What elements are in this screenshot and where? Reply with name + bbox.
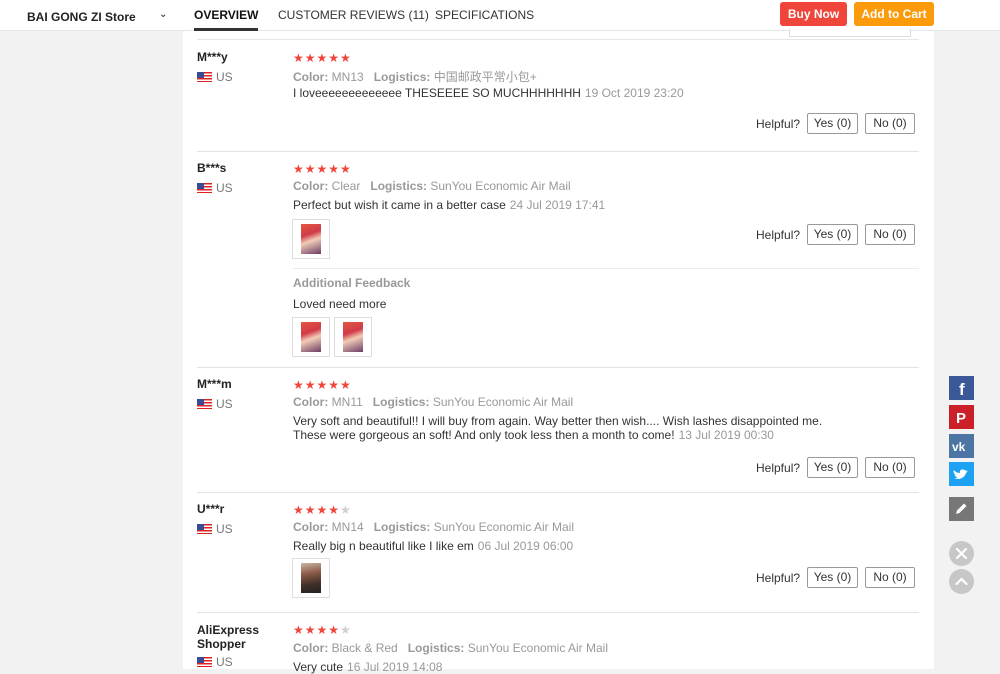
review-meta: Color: MN11 Logistics: SunYou Economic Ai… [293, 395, 574, 409]
helpful-label: Helpful? [756, 461, 801, 475]
review-color: MN14 [331, 520, 364, 534]
helpful-no-button[interactable]: No (0) [865, 113, 915, 134]
us-flag-icon [197, 399, 212, 409]
helpful-yes-button[interactable]: Yes (0) [807, 224, 858, 245]
edit-pencil-icon[interactable] [949, 497, 974, 521]
review-date: 19 Oct 2019 23:20 [584, 86, 684, 100]
reviewer-name: M***y [197, 50, 228, 64]
facebook-share-icon[interactable]: f [949, 376, 974, 400]
top-nav-bar: BAI GONG ZI Store ⌄ OVERVIEW CUSTOMER RE… [0, 0, 1000, 31]
helpful-yes-button[interactable]: Yes (0) [807, 457, 858, 478]
divider [197, 151, 919, 152]
reviewer-country: US [197, 397, 233, 411]
reviewer-name: M***m [197, 377, 232, 391]
divider [197, 612, 919, 613]
reviewer-country: US [197, 70, 233, 84]
reviewer-name: B***s [197, 161, 227, 175]
review-meta: Color: MN14 Logistics: SunYou Economic Ai… [293, 520, 574, 534]
review-color: MN11 [331, 395, 363, 409]
review-text: Perfect but wish it came in a better cas… [293, 198, 606, 212]
close-icon[interactable] [949, 541, 974, 566]
helpful-label: Helpful? [756, 571, 801, 585]
divider [293, 268, 919, 269]
review-logistics: 中国邮政平常小包+ [433, 70, 537, 84]
buy-now-button[interactable]: Buy Now [780, 2, 847, 26]
review-date: 06 Jul 2019 06:00 [477, 539, 574, 553]
additional-feedback-title: Additional Feedback [293, 276, 411, 290]
review-meta: Color: Black & Red Logistics: SunYou Econ… [293, 641, 609, 655]
svg-text:f: f [959, 380, 965, 399]
vk-share-icon[interactable]: vk [949, 434, 974, 458]
helpful-no-button[interactable]: No (0) [865, 224, 915, 245]
review-meta: Color: MN13 Logistics: 中国邮政平常小包+ [293, 70, 537, 84]
us-flag-icon [197, 657, 212, 667]
review-date: 16 Jul 2019 14:08 [347, 660, 443, 674]
review-color: Clear [331, 179, 361, 193]
us-flag-icon [197, 183, 212, 193]
helpful-no-button[interactable]: No (0) [865, 457, 915, 478]
tab-overview[interactable]: OVERVIEW [194, 8, 259, 31]
review-date: 24 Jul 2019 17:41 [509, 198, 606, 212]
rating-stars: ★★★★★ [293, 378, 352, 392]
additional-feedback-text: Loved need more [293, 297, 387, 311]
sort-dropdown[interactable] [789, 29, 911, 37]
feedback-photo-thumbnail[interactable] [334, 317, 372, 357]
reviewer-name: U***r [197, 502, 225, 516]
helpful-label: Helpful? [756, 228, 801, 242]
review-logistics: SunYou Economic Air Mail [467, 641, 609, 655]
svg-text:P: P [956, 410, 966, 427]
review-meta: Color: Clear Logistics: SunYou Economic A… [293, 179, 571, 193]
review-logistics: SunYou Economic Air Mail [430, 179, 571, 193]
review-text: Really big n beautiful like I like em 06 … [293, 539, 574, 553]
tab-specifications[interactable]: SPECIFICATIONS [435, 8, 534, 31]
store-selector[interactable]: BAI GONG ZI Store ⌄ [0, 0, 172, 31]
review-color: MN13 [331, 70, 364, 84]
add-to-cart-button[interactable]: Add to Cart [854, 2, 934, 26]
divider [197, 492, 919, 493]
review-logistics: SunYou Economic Air Mail [432, 395, 574, 409]
divider [197, 367, 919, 368]
helpful-no-button[interactable]: No (0) [865, 567, 915, 588]
divider [197, 39, 919, 40]
reviewer-country: US [197, 522, 233, 536]
helpful-yes-button[interactable]: Yes (0) [807, 567, 858, 588]
feedback-photo-thumbnail[interactable] [292, 317, 330, 357]
review-photo-thumbnail[interactable] [292, 558, 330, 598]
svg-text:vk: vk [952, 440, 966, 454]
review-photo-thumbnail[interactable] [292, 219, 330, 259]
helpful-label: Helpful? [756, 117, 801, 131]
review-text: I loveeeeeeeeeeeee THESEEEE SO MUCHHHHHH… [293, 86, 684, 100]
scroll-to-top-icon[interactable] [949, 569, 974, 594]
reviewer-name: AliExpress Shopper [197, 623, 260, 651]
review-text: Very soft and beautiful!! I will buy fro… [293, 414, 823, 442]
rating-stars: ★★★★★ [293, 623, 352, 637]
review-logistics: SunYou Economic Air Mail [433, 520, 574, 534]
review-text: Very cute 16 Jul 2019 14:08 [293, 660, 443, 674]
rating-stars: ★★★★★ [293, 162, 352, 176]
store-name: BAI GONG ZI Store [27, 10, 136, 24]
chevron-down-icon: ⌄ [159, 9, 168, 20]
us-flag-icon [197, 524, 212, 534]
reviewer-country: US [197, 655, 233, 669]
twitter-share-icon[interactable] [949, 462, 974, 486]
pinterest-share-icon[interactable]: P [949, 405, 974, 429]
review-color: Black & Red [331, 641, 398, 655]
rating-stars: ★★★★★ [293, 51, 352, 65]
reviews-panel: M***y US ★★★★★ Color: MN13 Logistics: 中国邮… [183, 29, 934, 674]
rating-stars: ★★★★★ [293, 503, 352, 517]
review-date: 13 Jul 2019 00:30 [678, 428, 774, 442]
reviewer-country: US [197, 181, 233, 195]
tab-customer-reviews[interactable]: CUSTOMER REVIEWS (11) [278, 8, 429, 31]
helpful-yes-button[interactable]: Yes (0) [807, 113, 858, 134]
us-flag-icon [197, 72, 212, 82]
